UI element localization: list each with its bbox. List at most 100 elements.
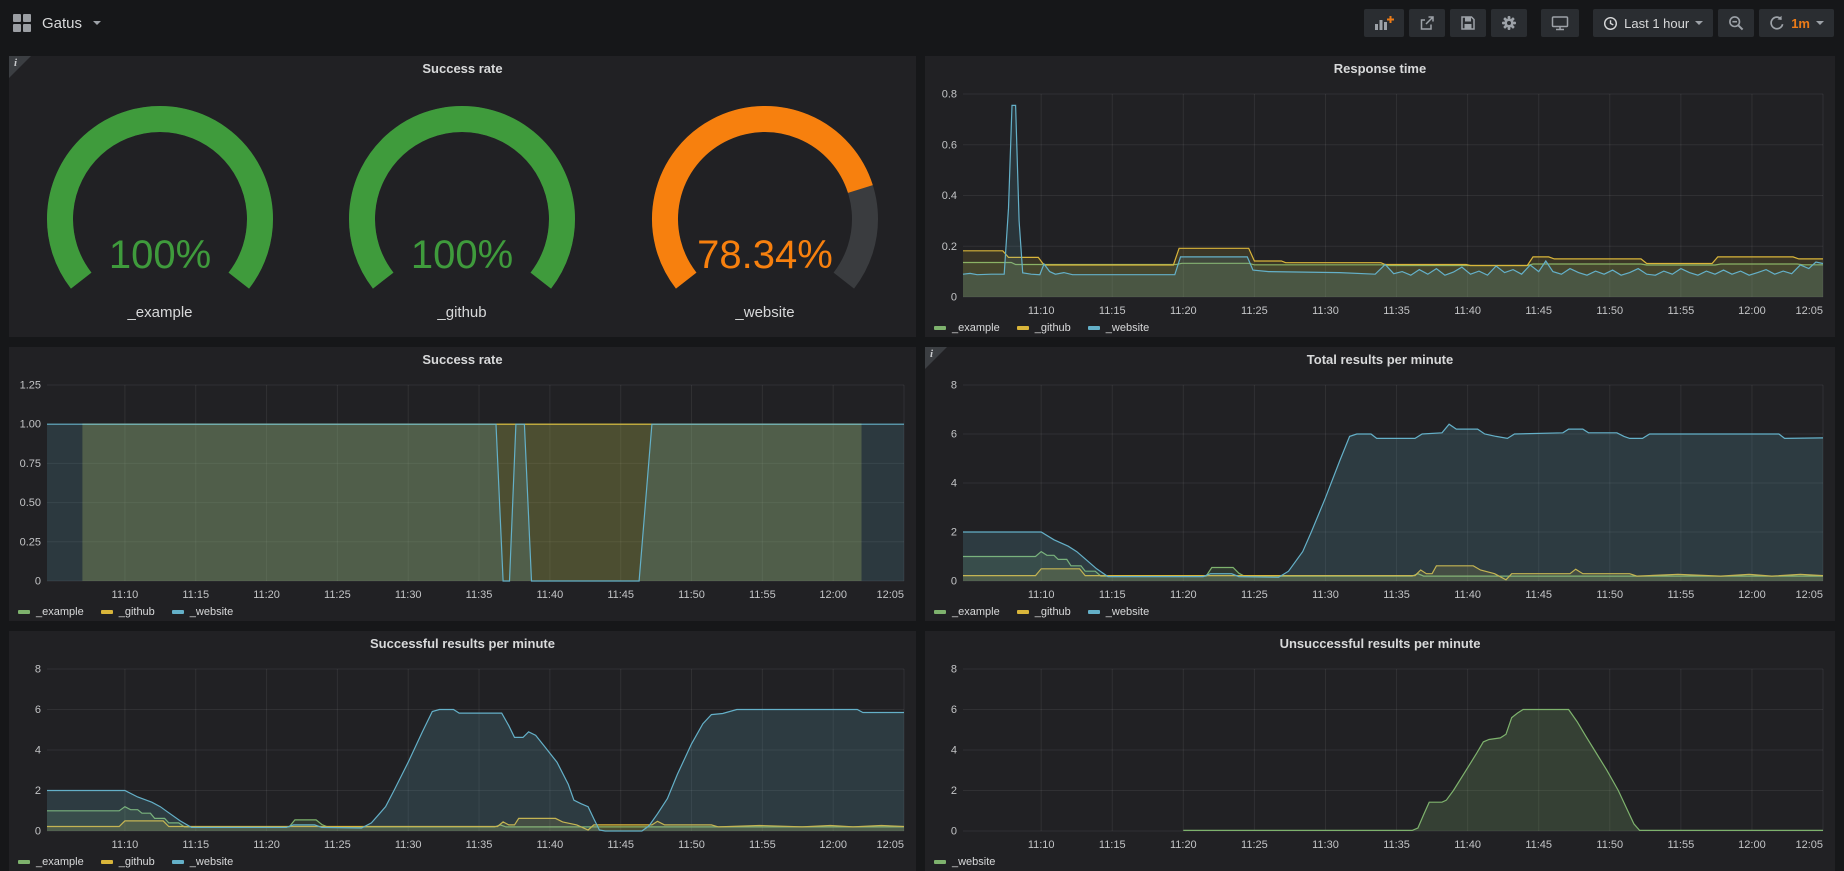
legend-series-label: _example <box>36 606 84 618</box>
time-range-picker[interactable]: Last 1 hour <box>1593 9 1713 37</box>
x-axis-tick-label: 12:00 <box>819 839 847 851</box>
y-axis-tick-label: 0.50 <box>20 497 41 509</box>
gauge-example[interactable]: 100% _example <box>9 82 311 337</box>
refresh-icon <box>1769 15 1785 31</box>
x-axis-tick-label: 11:30 <box>1312 589 1339 601</box>
refresh-interval-label: 1m <box>1791 16 1810 31</box>
info-icon[interactable]: i <box>14 57 17 69</box>
x-axis-tick-label: 12:00 <box>1738 839 1766 851</box>
legend-item-_website[interactable]: _website <box>172 606 233 618</box>
chevron-down-icon <box>1816 21 1824 25</box>
legend-series-label: _website <box>190 606 233 618</box>
tv-mode-icon <box>1551 15 1569 31</box>
gauge-github[interactable]: 100% _github <box>311 82 613 337</box>
save-icon <box>1460 15 1476 31</box>
settings-button[interactable] <box>1491 9 1527 37</box>
chart-plot[interactable]: 11:1011:1511:2011:2511:3011:3511:4011:45… <box>9 373 916 621</box>
dashboard-toolbar: Last 1 hour 1m <box>1359 9 1834 37</box>
panel-title[interactable]: Successful results per minute <box>9 631 916 657</box>
legend-series-swatch <box>1088 326 1100 330</box>
panel-total-results: i Total results per minute 11:1011:1511:… <box>925 347 1835 621</box>
info-icon[interactable]: i <box>930 348 933 360</box>
x-axis-tick-label: 12:05 <box>1795 589 1823 601</box>
add-panel-button[interactable] <box>1364 9 1404 37</box>
y-axis-tick-label: 6 <box>35 704 41 716</box>
panel-title[interactable]: Total results per minute <box>925 347 1835 373</box>
panel-title[interactable]: Success rate <box>9 56 916 82</box>
x-axis-tick-label: 11:55 <box>1667 589 1694 601</box>
x-axis-tick-label: 11:25 <box>1241 839 1268 851</box>
gauge-website[interactable]: 78.34% _website <box>614 82 916 337</box>
chart-legend: _example _github _website <box>934 322 1149 334</box>
x-axis-tick-label: 11:45 <box>1525 839 1552 851</box>
refresh-picker[interactable]: 1m <box>1759 9 1834 37</box>
legend-series-label: _website <box>1106 606 1149 618</box>
share-button[interactable] <box>1409 9 1445 37</box>
panel-title[interactable]: Response time <box>925 56 1835 82</box>
add-panel-icon <box>1374 15 1394 31</box>
legend-item-_example[interactable]: _example <box>18 606 84 618</box>
legend-series-label: _example <box>952 606 1000 618</box>
panel-info-corner[interactable] <box>925 347 947 369</box>
x-axis-tick-label: 11:40 <box>1454 589 1481 601</box>
zoom-out-button[interactable] <box>1718 9 1754 37</box>
y-axis-tick-label: 0.8 <box>942 89 957 101</box>
x-axis-tick-label: 11:20 <box>1170 589 1197 601</box>
chart-legend: _example _github _website <box>934 606 1149 618</box>
dashboard-title[interactable]: Gatus <box>42 15 82 32</box>
panel-success-rate-gauges: i Success rate 100% _example 100% _githu… <box>9 56 916 337</box>
tv-mode-button[interactable] <box>1541 9 1579 37</box>
dashboards-grid-icon[interactable] <box>13 14 31 32</box>
legend-series-swatch <box>172 860 184 864</box>
y-axis-tick-label: 0.6 <box>942 139 957 151</box>
legend-series-swatch <box>172 610 184 614</box>
panel-title[interactable]: Unsuccessful results per minute <box>925 631 1835 657</box>
chart-plot[interactable]: 11:1011:1511:2011:2511:3011:3511:4011:45… <box>925 82 1835 337</box>
legend-item-_website[interactable]: _website <box>1088 322 1149 334</box>
legend-item-_example[interactable]: _example <box>934 606 1000 618</box>
x-axis-tick-label: 11:10 <box>112 839 139 851</box>
x-axis-tick-label: 11:40 <box>1454 839 1481 851</box>
y-axis-tick-label: 2 <box>951 527 957 539</box>
x-axis-tick-label: 12:05 <box>876 839 904 851</box>
legend-item-_github[interactable]: _github <box>1017 606 1071 618</box>
legend-series-swatch <box>1017 326 1029 330</box>
y-axis-tick-label: 0 <box>951 826 957 838</box>
x-axis-tick-label: 11:25 <box>1241 305 1268 317</box>
legend-item-_github[interactable]: _github <box>1017 322 1071 334</box>
legend-series-swatch <box>1017 610 1029 614</box>
chart-plot[interactable]: 11:1011:1511:2011:2511:3011:3511:4011:45… <box>925 657 1835 871</box>
gauge-arc: 78.34% <box>625 82 905 297</box>
chevron-down-icon[interactable] <box>93 21 101 25</box>
x-axis-tick-label: 11:15 <box>182 589 209 601</box>
y-axis-tick-label: 4 <box>951 745 957 757</box>
legend-item-_example[interactable]: _example <box>934 322 1000 334</box>
legend-item-_github[interactable]: _github <box>101 606 155 618</box>
legend-item-_website[interactable]: _website <box>934 856 995 868</box>
legend-item-_example[interactable]: _example <box>18 856 84 868</box>
chart-legend: _example _github _website <box>18 606 233 618</box>
legend-item-_website[interactable]: _website <box>172 856 233 868</box>
panel-info-corner[interactable] <box>9 56 31 78</box>
panel-title[interactable]: Success rate <box>9 347 916 373</box>
x-axis-tick-label: 11:40 <box>537 589 564 601</box>
gauge-label: _example <box>9 304 311 321</box>
chart-total-results: 11:1011:1511:2011:2511:3011:3511:4011:45… <box>925 373 1835 621</box>
series-line-_website <box>963 105 1823 275</box>
legend-item-_github[interactable]: _github <box>101 856 155 868</box>
x-axis-tick-label: 11:45 <box>607 589 634 601</box>
legend-item-_website[interactable]: _website <box>1088 606 1149 618</box>
zoom-out-icon <box>1728 15 1744 31</box>
chart-plot[interactable]: 11:1011:1511:2011:2511:3011:3511:4011:45… <box>9 657 916 871</box>
chart-plot[interactable]: 11:1011:1511:2011:2511:3011:3511:4011:45… <box>925 373 1835 621</box>
y-axis-tick-label: 0.4 <box>942 190 957 202</box>
chart-legend: _website <box>934 856 995 868</box>
time-range-label: Last 1 hour <box>1624 16 1689 31</box>
legend-series-swatch <box>934 326 946 330</box>
x-axis-tick-label: 11:25 <box>324 839 351 851</box>
y-axis-tick-label: 1.25 <box>20 380 41 392</box>
y-axis-tick-label: 0 <box>35 576 41 588</box>
save-button[interactable] <box>1450 9 1486 37</box>
x-axis-tick-label: 11:35 <box>1383 839 1410 851</box>
legend-series-swatch <box>18 860 30 864</box>
